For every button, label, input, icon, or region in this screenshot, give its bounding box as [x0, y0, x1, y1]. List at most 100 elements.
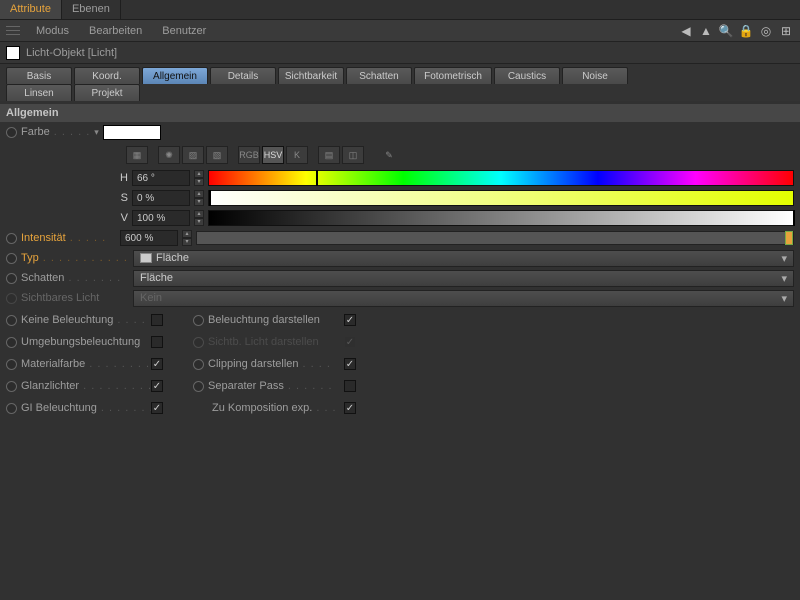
menu-mode[interactable]: Modus — [28, 23, 77, 39]
color-tool-swatches[interactable]: ◫ — [342, 146, 364, 164]
color-tool-image[interactable]: ▧ — [206, 146, 228, 164]
slider-hue[interactable] — [208, 170, 794, 186]
nav-up-icon[interactable]: ▲ — [698, 23, 714, 39]
label-schatten: Schatten . . . . . . . — [21, 272, 129, 284]
checkbox-ambient[interactable] — [151, 336, 163, 348]
area-light-icon — [140, 253, 152, 263]
tab-attribute[interactable]: Attribute — [0, 0, 62, 19]
slider-intensitaet[interactable] — [196, 231, 794, 245]
object-swatch — [6, 46, 20, 60]
param-toggle-gi[interactable] — [6, 403, 17, 414]
param-toggle-show-illum[interactable] — [193, 315, 204, 326]
param-toggle-no-light[interactable] — [6, 315, 17, 326]
tab-layers[interactable]: Ebenen — [62, 0, 121, 19]
dropdown-typ[interactable]: Fläche ▾ — [133, 250, 794, 267]
tab-projekt[interactable]: Projekt — [74, 84, 140, 101]
param-toggle-intensitaet[interactable] — [6, 233, 17, 244]
color-tool-spectrum[interactable]: ▨ — [182, 146, 204, 164]
param-toggle-schatten[interactable] — [6, 273, 17, 284]
spinner-v[interactable]: ▴▾ — [194, 210, 204, 226]
checkbox-show-clip[interactable] — [344, 358, 356, 370]
label-s: S — [116, 192, 128, 204]
dropdown-schatten[interactable]: Fläche ▾ — [133, 270, 794, 287]
checkbox-to-comp[interactable] — [344, 402, 356, 414]
label-gi: GI Beleuchtung . . . . . . . — [21, 402, 147, 414]
color-tool-k[interactable]: K — [286, 146, 308, 164]
label-sep-pass: Separater Pass . . . . . . — [208, 380, 340, 392]
tab-details[interactable]: Details — [210, 67, 276, 84]
grip-icon — [6, 25, 20, 37]
search-icon[interactable]: 🔍 — [718, 23, 734, 39]
hue-marker[interactable] — [316, 170, 318, 186]
tab-sichtbarkeit[interactable]: Sichtbarkeit — [278, 67, 344, 84]
label-material: Materialfarbe . . . . . . . . — [21, 358, 147, 370]
tab-noise[interactable]: Noise — [562, 67, 628, 84]
val-marker[interactable] — [793, 210, 795, 226]
label-h: H — [116, 172, 128, 184]
target-icon[interactable]: ◎ — [758, 23, 774, 39]
label-typ: Typ . . . . . . . . . . . — [21, 252, 129, 264]
tab-linsen[interactable]: Linsen — [6, 84, 72, 101]
object-name: Licht-Objekt [Licht] — [26, 47, 117, 59]
chevron-down-icon: ▾ — [781, 252, 787, 265]
dropdown-sichtbares-licht: Kein ▾ — [133, 290, 794, 307]
nav-back-icon[interactable]: ◀ — [678, 23, 694, 39]
param-toggle-show-clip[interactable] — [193, 359, 204, 370]
param-toggle-typ[interactable] — [6, 253, 17, 264]
tab-fotometrisch[interactable]: Fotometrisch — [414, 67, 492, 84]
spinner-intensitaet[interactable]: ▴▾ — [182, 230, 192, 246]
tab-allgemein[interactable]: Allgemein — [142, 67, 208, 84]
expand-farbe-icon[interactable]: ▾ — [94, 127, 99, 138]
lock-icon[interactable]: 🔒 — [738, 23, 754, 39]
tab-caustics[interactable]: Caustics — [494, 67, 560, 84]
label-farbe: Farbe — [21, 126, 50, 138]
checkbox-gi[interactable] — [151, 402, 163, 414]
checkbox-sep-pass[interactable] — [344, 380, 356, 392]
label-show-clip: Clipping darstellen . . . . — [208, 358, 340, 370]
param-toggle-farbe[interactable] — [6, 127, 17, 138]
slider-sat[interactable] — [208, 190, 794, 206]
color-tool-wheel[interactable]: ✺ — [158, 146, 180, 164]
tab-schatten[interactable]: Schatten — [346, 67, 412, 84]
label-ambient: Umgebungsbeleuchtung — [21, 336, 147, 348]
tab-koord[interactable]: Koord. — [74, 67, 140, 84]
tab-basis[interactable]: Basis — [6, 67, 72, 84]
spinner-s[interactable]: ▴▾ — [194, 190, 204, 206]
checkbox-specular[interactable] — [151, 380, 163, 392]
input-h[interactable]: 66 ° — [132, 170, 190, 186]
eyedropper-icon[interactable]: ✎ — [378, 146, 400, 164]
checkbox-show-vis — [344, 336, 356, 348]
label-intensitaet: Intensität . . . . . — [21, 232, 116, 244]
input-v[interactable]: 100 % — [132, 210, 190, 226]
label-show-vis: Sichtb. Licht darstellen — [208, 336, 340, 348]
checkbox-show-illum[interactable] — [344, 314, 356, 326]
param-toggle-specular[interactable] — [6, 381, 17, 392]
menu-edit[interactable]: Bearbeiten — [81, 23, 150, 39]
intensitaet-knob[interactable] — [785, 231, 793, 245]
color-tool-rgb[interactable]: RGB — [238, 146, 260, 164]
spinner-h[interactable]: ▴▾ — [194, 170, 204, 186]
label-v: V — [116, 212, 128, 224]
param-toggle-show-vis — [193, 337, 204, 348]
chevron-down-icon: ▾ — [781, 272, 787, 285]
param-toggle-ambient[interactable] — [6, 337, 17, 348]
color-tool-mixer[interactable]: ▤ — [318, 146, 340, 164]
menu-user[interactable]: Benutzer — [154, 23, 214, 39]
slider-val[interactable] — [208, 210, 794, 226]
input-s[interactable]: 0 % — [132, 190, 190, 206]
param-toggle-sep-pass[interactable] — [193, 381, 204, 392]
param-toggle-sichtbares-licht — [6, 293, 17, 304]
chevron-down-icon: ▾ — [781, 292, 787, 305]
label-specular: Glanzlichter . . . . . . . . . — [21, 380, 147, 392]
checkbox-material[interactable] — [151, 358, 163, 370]
new-panel-icon[interactable]: ⊞ — [778, 23, 794, 39]
color-tool-hsv[interactable]: HSV — [262, 146, 284, 164]
input-intensitaet[interactable]: 600 % — [120, 230, 178, 246]
label-show-illum: Beleuchtung darstellen — [208, 314, 340, 326]
checkbox-no-light[interactable] — [151, 314, 163, 326]
color-tool-swatch[interactable]: ▦ — [126, 146, 148, 164]
color-swatch[interactable] — [103, 125, 161, 140]
sat-marker[interactable] — [209, 190, 211, 206]
param-toggle-material[interactable] — [6, 359, 17, 370]
label-sichtbares-licht: Sichtbares Licht — [21, 292, 129, 304]
